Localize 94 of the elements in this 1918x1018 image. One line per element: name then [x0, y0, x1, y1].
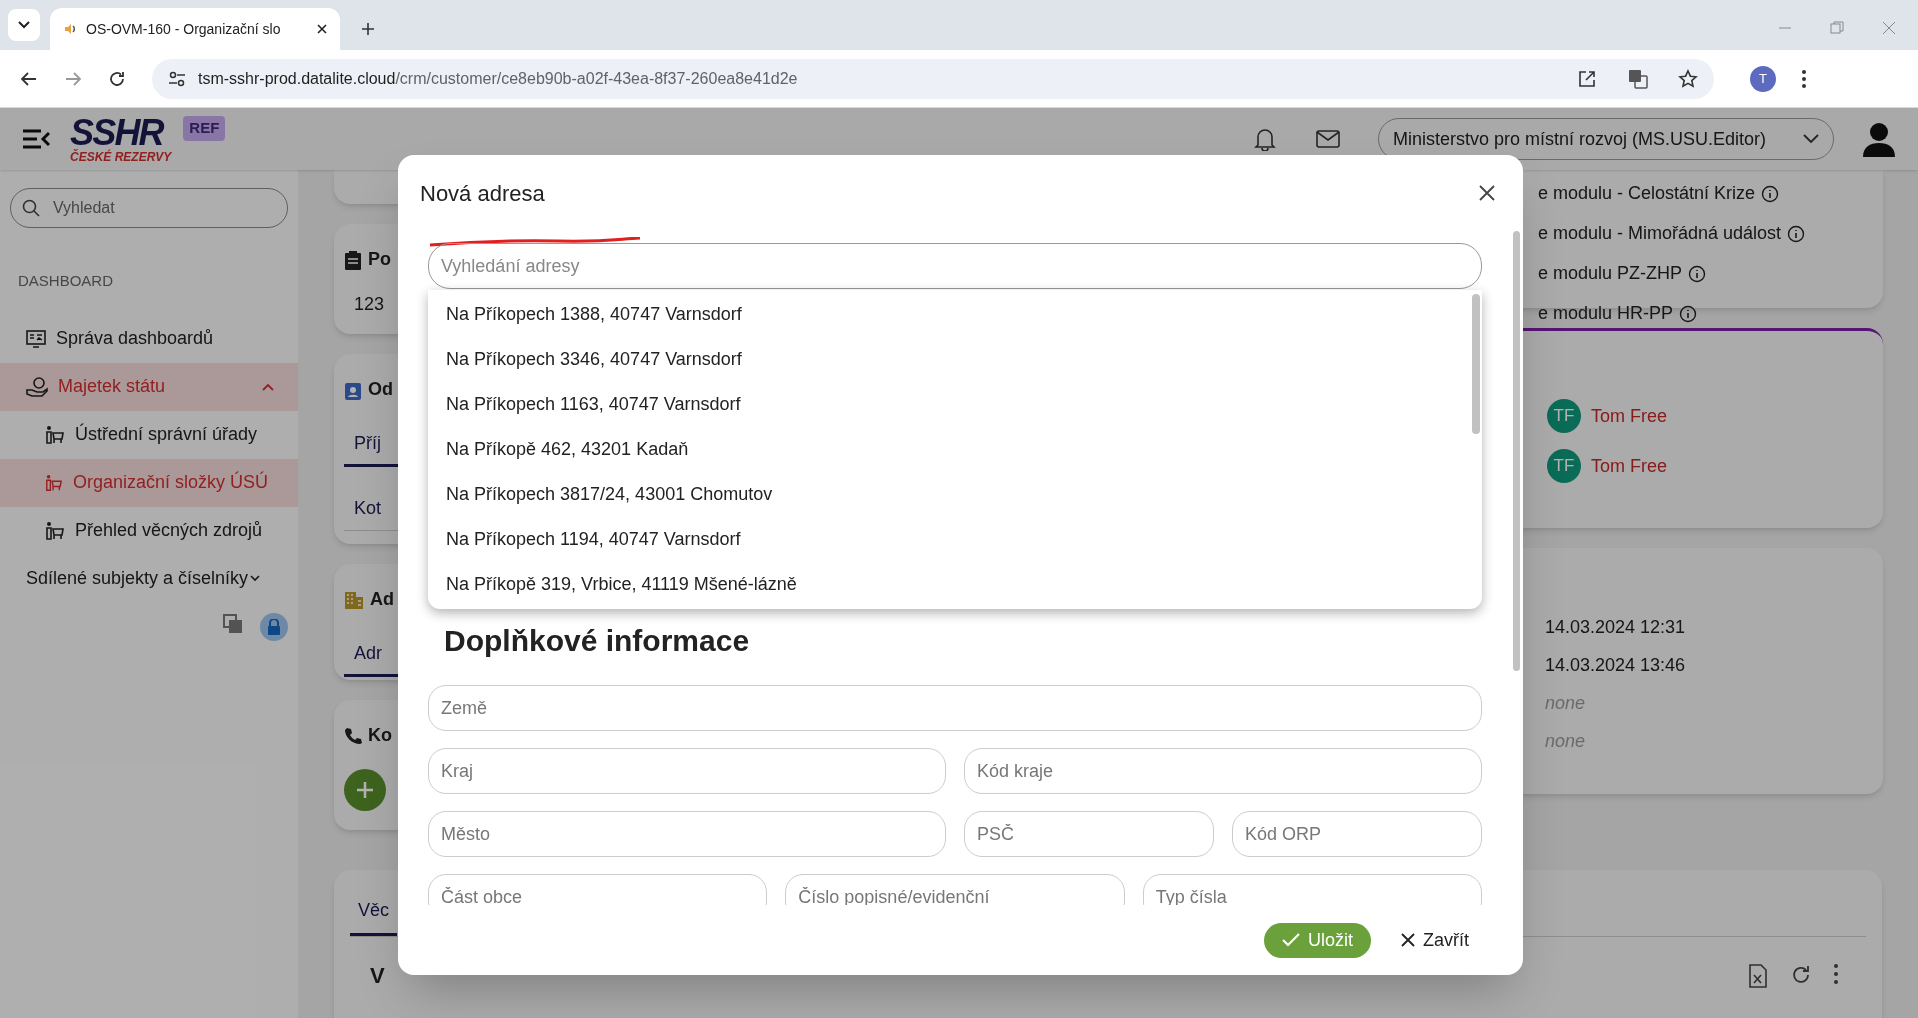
cart-icon [45, 472, 63, 493]
card-title: Ad [370, 588, 394, 611]
date-value: 14.03.2024 12:31 [1545, 616, 1687, 639]
close-icon [1401, 933, 1415, 947]
address-suggestion[interactable]: Na Příkopech 3346, 40747 Varnsdorf [428, 337, 1472, 382]
section-label: DASHBOARD [18, 271, 115, 291]
module-label: e modulu PZ-ZHP [1538, 262, 1683, 285]
mail-icon[interactable] [1316, 130, 1340, 148]
lock-icon [267, 618, 281, 635]
section-heading: Doplňkové informace [444, 623, 751, 659]
dashboard-icon [26, 328, 46, 349]
menu-icon[interactable] [22, 128, 50, 150]
field-value: 123 [354, 293, 385, 316]
module-label: e modulu - Mimořádná událost [1538, 222, 1782, 245]
sidebar-subitem[interactable]: Ústřední správní úřady [0, 410, 298, 459]
add-button[interactable] [344, 769, 386, 811]
avatar: TF [1547, 449, 1581, 483]
module-label: e modulu HR-PP [1538, 302, 1674, 325]
star-icon[interactable] [1678, 68, 1698, 89]
avatar: TF [1547, 399, 1581, 433]
module-label: e modulu - Celostátní Krize [1538, 182, 1756, 205]
search-icon [22, 199, 40, 217]
refresh-icon[interactable] [1790, 963, 1812, 986]
user-avatar-icon[interactable] [1862, 121, 1896, 157]
phone-icon [344, 726, 362, 745]
chevron-down-icon [1803, 134, 1819, 144]
excel-file-icon[interactable] [1748, 963, 1768, 988]
empty-value: none [1545, 730, 1587, 753]
cart-icon [45, 520, 65, 541]
input-field[interactable]: Část obce [428, 874, 768, 905]
browser-tab[interactable]: OS-OVM-160 - Organizační slo [50, 8, 340, 50]
scrollbar[interactable] [1472, 294, 1480, 434]
address-search-field[interactable]: Vyhledání adresy [428, 243, 1482, 289]
plus-icon [355, 780, 375, 800]
card-title: Od [368, 378, 393, 401]
buildings-icon [344, 590, 364, 609]
dialog-title: Nová adresa [420, 179, 545, 208]
copy-icon[interactable] [222, 612, 244, 635]
new-tab-icon[interactable] [360, 21, 376, 37]
address-suggestion[interactable]: Na Příkopě 319, Vrbice, 41119 Mšené-lázně [428, 562, 1472, 607]
address-suggestion[interactable]: Na Příkopech 1388, 40747 Varnsdorf [428, 292, 1472, 337]
environment-badge: REF [183, 116, 226, 141]
more-icon[interactable] [1802, 69, 1806, 88]
open-external-icon[interactable] [1578, 69, 1596, 88]
sidebar-subitem[interactable]: Přehled věcných zdrojů [0, 506, 298, 555]
address-suggestion[interactable]: Na Příkopech 3817/24, 43001 Chomutov [428, 472, 1472, 517]
logo-subtitle: ČESKÉ REZERVY [70, 151, 172, 163]
address-bar[interactable]: tsm-sshr-prod.datalite.cloud/crm/customer/ce8eb90b-a02f-43ea-8f37-260ea8e41d2e [152, 58, 1714, 99]
cart-icon [45, 424, 65, 445]
address-suggestion[interactable]: Na Příkopě 462, 43201 Kadaň [428, 427, 1472, 472]
card-title: Ko [368, 724, 392, 747]
search-field[interactable]: Vyhledat [10, 188, 288, 228]
tab-list-button[interactable] [8, 9, 40, 41]
clipboard-icon [344, 249, 362, 270]
close-icon[interactable] [316, 23, 328, 35]
input-field[interactable]: Město [428, 811, 946, 857]
close-icon[interactable] [1479, 185, 1495, 201]
sidebar-item[interactable]: Správa dashboardů [0, 314, 298, 363]
hand-money-icon [26, 375, 48, 398]
address-suggestion[interactable]: Na Příkopech 1194, 40747 Varnsdorf [428, 517, 1472, 562]
input-field[interactable]: Země [428, 685, 1482, 731]
chevron-up-icon [262, 382, 274, 391]
sidebar-item[interactable]: Sdílené subjekty a číselníky [0, 554, 298, 603]
url-host: tsm-sshr-prod.datalite.cloud [198, 69, 396, 87]
url-path: /crm/customer/ce8eb90b-a02f-43ea-8f37-260ea8e41d2e [395, 69, 798, 87]
user-name[interactable]: Tom Free [1591, 452, 1668, 480]
info-icon[interactable] [1761, 184, 1780, 203]
more-icon[interactable] [1834, 963, 1838, 984]
reload-icon[interactable] [108, 69, 126, 88]
chevron-down-icon [18, 21, 30, 29]
empty-value: none [1545, 692, 1587, 715]
bell-icon[interactable] [1254, 127, 1276, 151]
chevron-down-icon [250, 575, 261, 582]
back-icon[interactable] [20, 69, 38, 88]
scrollbar[interactable] [1513, 231, 1520, 671]
tune-icon [168, 70, 186, 87]
profile-avatar[interactable]: T [1750, 65, 1776, 92]
card-title: Po [368, 248, 391, 271]
date-value: 14.03.2024 13:46 [1545, 654, 1687, 677]
tab-title: OS-OVM-160 - Organizační slo [86, 19, 282, 39]
address-suggestion[interactable]: Na Příkopech 1163, 40747 Varnsdorf [428, 382, 1472, 427]
check-icon [1281, 933, 1300, 947]
user-name[interactable]: Tom Free [1591, 402, 1668, 430]
input-field[interactable]: PSČ [964, 811, 1214, 857]
info-icon[interactable] [1688, 264, 1707, 283]
close-button[interactable]: Zavřít [1395, 922, 1475, 958]
forward-icon[interactable] [64, 69, 82, 88]
input-field[interactable]: Kraj [428, 748, 946, 794]
info-icon[interactable] [1787, 224, 1806, 243]
input-field[interactable]: Kód ORP [1232, 811, 1482, 857]
lock-button[interactable] [260, 612, 288, 641]
info-icon[interactable] [1679, 304, 1698, 323]
input-field[interactable]: Kód kraje [964, 748, 1482, 794]
section-heading: V [370, 962, 385, 990]
